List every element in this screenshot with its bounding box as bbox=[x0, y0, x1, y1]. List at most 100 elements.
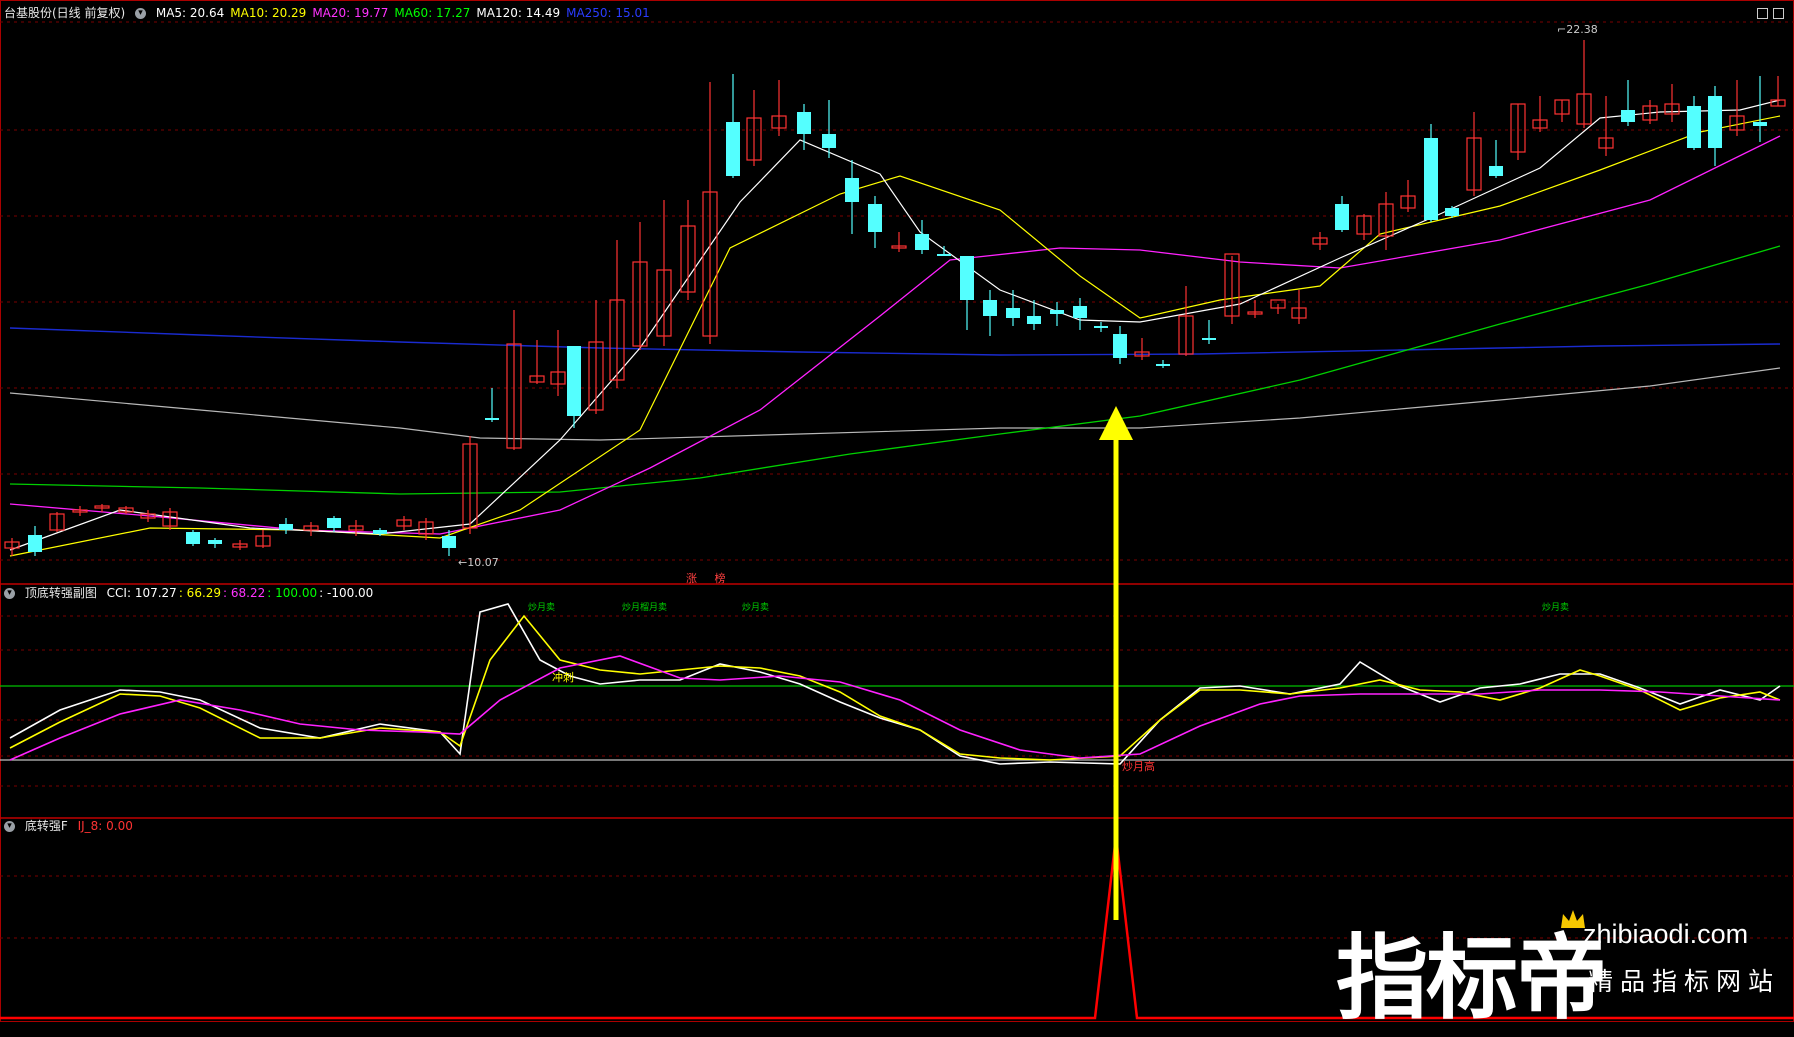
cci-marker: 炒月卖 bbox=[528, 603, 556, 613]
stock-title: 台基股份(日线 前复权) bbox=[4, 6, 126, 20]
dropdown-icon[interactable]: ▾ bbox=[4, 821, 15, 832]
candle-body bbox=[1094, 326, 1108, 328]
candle bbox=[1335, 196, 1349, 232]
cci-legend-item: CCI: 107.27 bbox=[106, 586, 177, 600]
cci-panel-header: ▾ 顶底转强副图 CCI: 107.27: 66.29: 68.22: 100.… bbox=[4, 586, 381, 600]
candle bbox=[485, 388, 499, 422]
candle bbox=[162, 508, 178, 530]
candle bbox=[1532, 96, 1548, 132]
cci-legend-item: : -100.00 bbox=[319, 586, 374, 600]
cci-ma2-line bbox=[9, 655, 1781, 761]
candle-body bbox=[1027, 316, 1041, 324]
high-price-label: ⌐22.38 bbox=[1557, 23, 1598, 36]
signal-panel-header: ▾ 底转强F IJ_8: 0.00 bbox=[4, 819, 139, 833]
candle-body bbox=[1489, 166, 1503, 176]
cci-marker: 炒月卖 bbox=[742, 603, 770, 613]
ma5-line bbox=[9, 99, 1781, 551]
restore-icon[interactable] bbox=[1757, 8, 1768, 19]
candle-body bbox=[868, 204, 882, 232]
ma-legend: MA5: 20.64 MA10: 20.29 MA20: 19.77 MA60: 17… bbox=[156, 6, 656, 20]
low-price-label: ←10.07 bbox=[458, 556, 499, 569]
candle-body bbox=[1335, 204, 1349, 230]
candle bbox=[1729, 80, 1745, 136]
candle bbox=[891, 232, 907, 252]
candle bbox=[822, 100, 836, 158]
candle-body bbox=[1445, 208, 1459, 216]
ma250-line bbox=[9, 327, 1781, 356]
signal-panel-title: 底转强F bbox=[24, 819, 68, 833]
dropdown-icon[interactable]: ▾ bbox=[4, 588, 15, 599]
candle bbox=[49, 512, 65, 532]
candle bbox=[28, 526, 42, 556]
ma-legend-item: MA250: 15.01 bbox=[566, 6, 650, 20]
candle bbox=[1687, 96, 1701, 150]
candle-body bbox=[208, 540, 222, 544]
candle bbox=[656, 200, 672, 346]
candle-body bbox=[1006, 308, 1020, 318]
cci-marker: 炒月卖 bbox=[1542, 603, 1570, 613]
watermark-tagline: 精品指标网站 bbox=[1588, 967, 1781, 996]
candle bbox=[702, 82, 718, 344]
candle-body bbox=[797, 112, 811, 134]
candle bbox=[1006, 290, 1020, 326]
candle bbox=[94, 504, 110, 512]
candle bbox=[609, 240, 625, 388]
low-marker-icon: ← bbox=[458, 556, 468, 569]
candle-body bbox=[567, 346, 581, 416]
candle-body bbox=[1621, 110, 1635, 122]
candle bbox=[937, 246, 951, 256]
candle bbox=[1113, 326, 1127, 364]
candle bbox=[1708, 86, 1722, 166]
candle bbox=[396, 516, 412, 530]
cci-panel-title: 顶底转强副图 bbox=[24, 586, 97, 600]
candle bbox=[1378, 192, 1394, 250]
candle bbox=[1247, 300, 1263, 318]
ma-legend-item: MA60: 17.27 bbox=[394, 6, 471, 20]
candle bbox=[442, 530, 456, 556]
high-price-value: 22.38 bbox=[1566, 23, 1598, 36]
candle-body bbox=[822, 134, 836, 148]
candle bbox=[1598, 96, 1614, 156]
cci-marker: 炒月榴月卖 bbox=[622, 603, 668, 613]
candle bbox=[1224, 253, 1240, 324]
close-panel-icon[interactable] bbox=[1773, 8, 1784, 19]
dropdown-icon[interactable]: ▾ bbox=[135, 8, 147, 19]
candle bbox=[983, 290, 997, 336]
signal-value: IJ_8: 0.00 bbox=[77, 819, 133, 833]
main-panel-header: 台基股份(日线 前复权) ▾ MA5: 20.64 MA10: 20.29 MA20… bbox=[4, 6, 662, 20]
candle bbox=[327, 516, 341, 532]
chart-canvas[interactable] bbox=[0, 0, 1794, 1022]
candle bbox=[915, 220, 929, 254]
candle bbox=[632, 222, 648, 350]
candle bbox=[1400, 180, 1416, 212]
candle bbox=[845, 160, 859, 234]
candle bbox=[1073, 298, 1087, 330]
candle-body bbox=[845, 178, 859, 202]
candle-body bbox=[1753, 122, 1767, 126]
candle-body bbox=[1156, 364, 1170, 366]
candle bbox=[1291, 290, 1307, 324]
candle-body bbox=[1073, 306, 1087, 318]
cci-marker: 冲刺 bbox=[552, 671, 574, 684]
candle-body bbox=[327, 518, 341, 528]
candle-body bbox=[1708, 96, 1722, 148]
cci-legend-item: : 68.22 bbox=[223, 586, 266, 600]
candle bbox=[1356, 214, 1372, 240]
candle bbox=[1510, 103, 1526, 160]
candle bbox=[506, 310, 522, 450]
candle bbox=[232, 540, 248, 550]
ma120-line bbox=[9, 367, 1781, 441]
candle bbox=[1576, 40, 1592, 128]
candle bbox=[746, 90, 762, 166]
buy-arrow-head bbox=[1099, 406, 1133, 440]
watermark-site: zhibiaodi.com bbox=[1583, 919, 1749, 949]
candle-body bbox=[485, 418, 499, 420]
candle bbox=[960, 256, 974, 330]
candle-body bbox=[186, 532, 200, 544]
candle-body bbox=[1687, 106, 1701, 148]
candle-body bbox=[373, 530, 387, 534]
candle-body bbox=[937, 254, 951, 256]
chart-border bbox=[0, 0, 1794, 1022]
candle-body bbox=[983, 300, 997, 316]
candle bbox=[279, 518, 293, 534]
